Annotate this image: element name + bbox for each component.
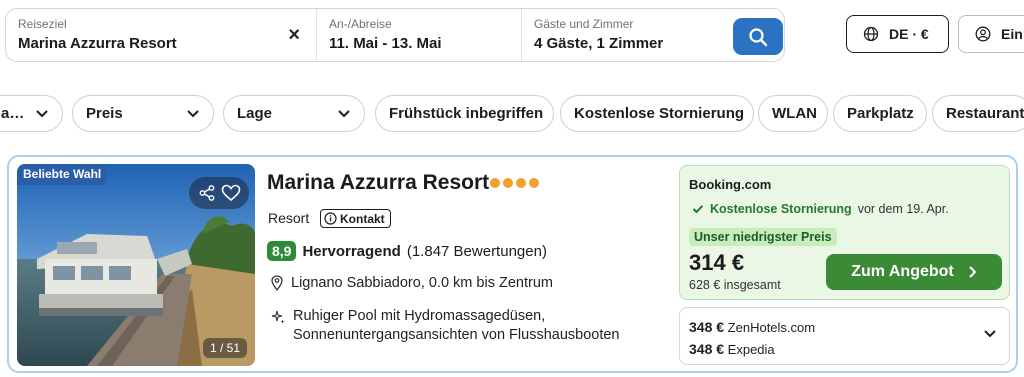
search-icon: [749, 27, 768, 46]
offer-row[interactable]: 348 € ZenHotels.com: [689, 319, 815, 335]
star-icon: [516, 178, 526, 188]
star-icon: [529, 178, 539, 188]
hotel-photo[interactable]: Beliebte Wahl 1 / 51: [17, 164, 255, 366]
photo-counter: 1 / 51: [202, 338, 247, 358]
hotel-result-card[interactable]: Beliebte Wahl 1 / 51 Marina Azzurra Reso…: [7, 155, 1018, 373]
offer-provider: ZenHotels.com: [727, 320, 816, 335]
star-icon: [503, 178, 513, 188]
destination-field[interactable]: Reiseziel Marina Azzurra Resort ×: [6, 9, 317, 61]
filter-chip-label: Parkplatz: [847, 105, 914, 122]
photo-actions: [189, 177, 249, 209]
cancellation-date: vor dem 19. Apr.: [857, 202, 949, 216]
deal-total: 628 € insgesamt: [689, 278, 781, 292]
user-icon: [975, 26, 991, 42]
dates-value[interactable]: 11. Mai - 13. Mai: [329, 35, 509, 52]
guests-field[interactable]: Gäste und Zimmer 4 Gäste, 1 Zimmer: [522, 9, 716, 61]
highlight-line-1: Ruhiger Pool mit Hydromassagedüsen,: [293, 308, 546, 324]
cancellation-text: Kostenlose Stornierung: [710, 202, 852, 216]
location-pin-icon: [271, 275, 283, 291]
share-icon[interactable]: [198, 184, 216, 202]
hotel-name[interactable]: Marina Azzurra Resort: [267, 171, 489, 195]
offer-provider: Expedia: [727, 342, 775, 357]
chevron-down-icon: [186, 109, 200, 119]
guests-value[interactable]: 4 Gäste, 1 Zimmer: [534, 35, 704, 52]
check-icon: [692, 205, 704, 214]
rating-row[interactable]: 8,9 Hervorragend (1.847 Bewertungen): [267, 241, 547, 261]
chevron-down-icon: [35, 109, 49, 119]
offer-price: 348 €: [689, 319, 725, 335]
filter-chip-label: Kostenlose Stornierung: [574, 105, 745, 122]
deal-price: 314 €: [689, 250, 745, 275]
filter-chip-location[interactable]: Lage: [223, 95, 365, 132]
accommodation-type: Resort: [268, 210, 310, 226]
globe-icon: [863, 26, 879, 42]
filter-chip-restaurant[interactable]: Restaurant: [932, 95, 1024, 132]
guests-label: Gäste und Zimmer: [534, 17, 634, 31]
dates-field[interactable]: An-/Abreise 11. Mai - 13. Mai: [317, 9, 522, 61]
score-badge: 8,9: [267, 241, 297, 261]
review-count: (1.847 Bewertungen): [406, 242, 547, 260]
chevron-down-icon[interactable]: [983, 329, 997, 339]
best-deal-box[interactable]: Booking.com Kostenlose Stornierung vor d…: [679, 165, 1010, 300]
info-icon: [324, 212, 337, 225]
clear-icon[interactable]: ×: [288, 25, 300, 45]
filter-chip-label: Frühstück inbegriffen: [389, 105, 544, 122]
star-rating: [490, 178, 539, 188]
destination-value[interactable]: Marina Azzurra Resort: [18, 35, 304, 52]
search-button[interactable]: [733, 18, 783, 55]
filter-chip-wifi[interactable]: WLAN: [758, 95, 828, 132]
filter-chip-label: WLAN: [772, 105, 817, 122]
offer-price: 348 €: [689, 341, 725, 357]
login-label: Ein: [1001, 26, 1023, 42]
heart-icon[interactable]: [221, 184, 241, 202]
chevron-right-icon: [969, 266, 977, 278]
free-cancellation-info: Kostenlose Stornierung vor dem 19. Apr.: [692, 202, 949, 216]
lowest-price-badge: Unser niedrigster Preis: [689, 228, 837, 246]
contact-label: Kontakt: [340, 211, 385, 226]
language-currency-button[interactable]: DE · €: [846, 15, 949, 53]
rating-label: Hervorragend: [302, 242, 401, 260]
filter-chip-parking[interactable]: Parkplatz: [833, 95, 927, 132]
search-bar: Reiseziel Marina Azzurra Resort × An-/Ab…: [5, 8, 785, 62]
sparkle-icon: [271, 310, 285, 324]
contact-button[interactable]: Kontakt: [320, 209, 391, 228]
highlight-line-2: Sonnenuntergangsansichten von Flusshausb…: [293, 327, 620, 343]
destination-label: Reiseziel: [18, 17, 67, 31]
location-text: Lignano Sabbiadoro, 0.0 km bis Zentrum: [291, 275, 553, 291]
deal-provider: Booking.com: [689, 177, 772, 192]
filter-chip-price[interactable]: Preis: [72, 95, 214, 132]
location-row: Lignano Sabbiadoro, 0.0 km bis Zentrum: [271, 275, 553, 291]
filter-chip-label: Preis: [86, 105, 123, 122]
chevron-down-icon: [337, 109, 351, 119]
offer-row[interactable]: 348 € Expedia: [689, 341, 775, 357]
view-deal-button[interactable]: Zum Angebot: [826, 254, 1002, 290]
filter-chip-free-cancellation[interactable]: Kostenlose Stornierung: [560, 95, 754, 132]
language-currency-label: DE · €: [889, 26, 929, 42]
filter-chip-label: Restaurant: [946, 105, 1024, 122]
highlight-row: Ruhiger Pool mit Hydromassagedüsen, Sonn…: [271, 307, 620, 345]
filter-chip-breakfast[interactable]: Frühstück inbegriffen: [375, 95, 554, 132]
filter-chip-0[interactable]: a…: [0, 95, 63, 132]
dates-label: An-/Abreise: [329, 17, 392, 31]
view-deal-label: Zum Angebot: [851, 263, 954, 280]
other-offers[interactable]: 348 € ZenHotels.com 348 € Expedia: [679, 307, 1010, 365]
filter-chip-label: Lage: [237, 105, 273, 122]
popular-choice-badge: Beliebte Wahl: [17, 164, 108, 185]
login-button[interactable]: Ein: [958, 15, 1024, 53]
star-icon: [490, 178, 500, 188]
filter-chip-label: a…: [1, 105, 25, 122]
